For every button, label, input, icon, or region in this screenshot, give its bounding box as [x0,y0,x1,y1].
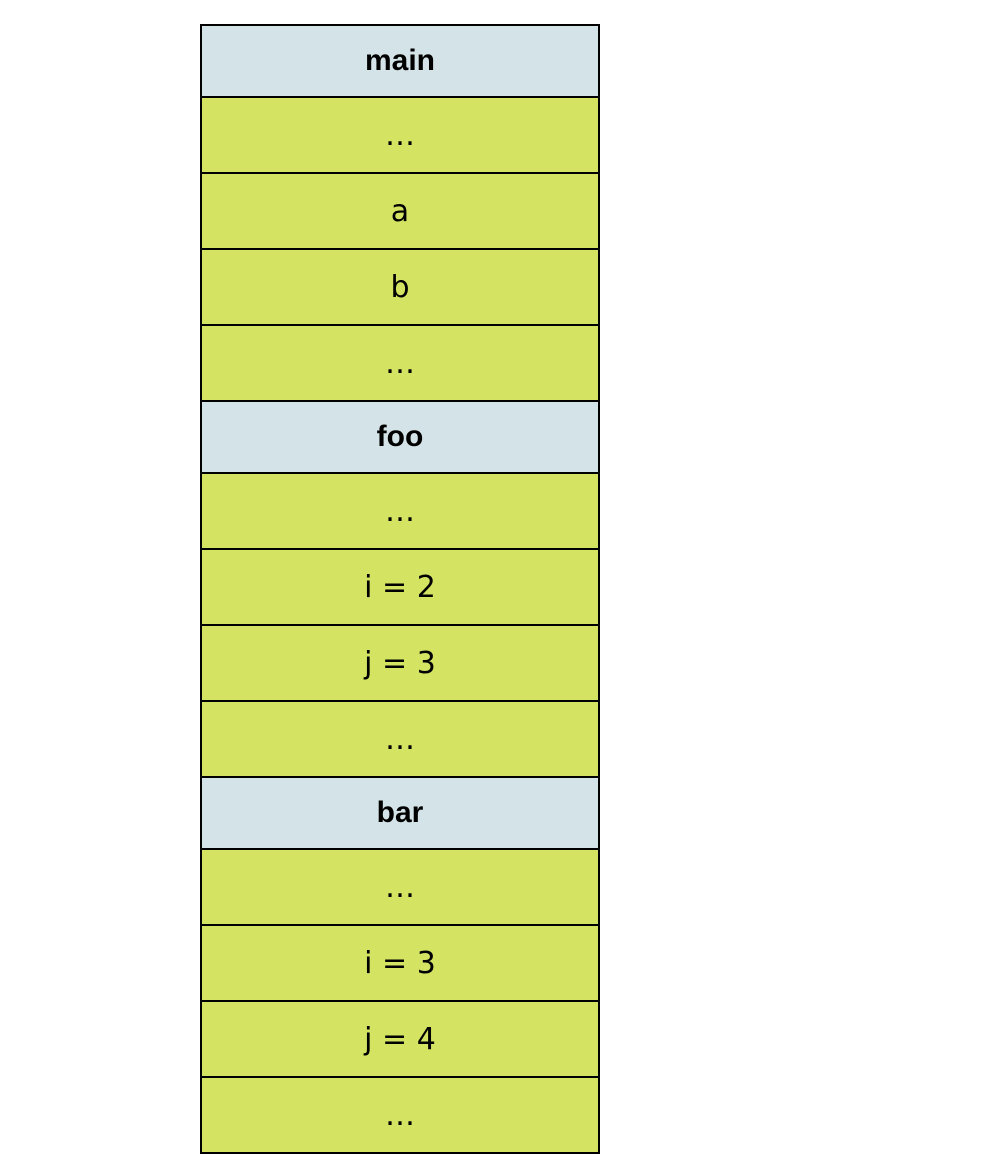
call-stack: main … a b … foo … i = 2 j = 3 … bar … i… [200,24,600,1154]
stack-cell-j: j = 4 [202,1002,598,1078]
frame-header-bar: bar [202,778,598,850]
stack-cell: … [202,474,598,550]
frame-header-foo: foo [202,402,598,474]
stack-cell-b: b [202,250,598,326]
stack-cell-a: a [202,174,598,250]
stack-cell: … [202,850,598,926]
stack-cell: … [202,326,598,402]
stack-cell-i: i = 3 [202,926,598,1002]
stack-cell: … [202,1078,598,1154]
stack-cell-i: i = 2 [202,550,598,626]
stack-cell-j: j = 3 [202,626,598,702]
frame-header-main: main [202,26,598,98]
stack-cell: … [202,702,598,778]
stack-cell: … [202,98,598,174]
